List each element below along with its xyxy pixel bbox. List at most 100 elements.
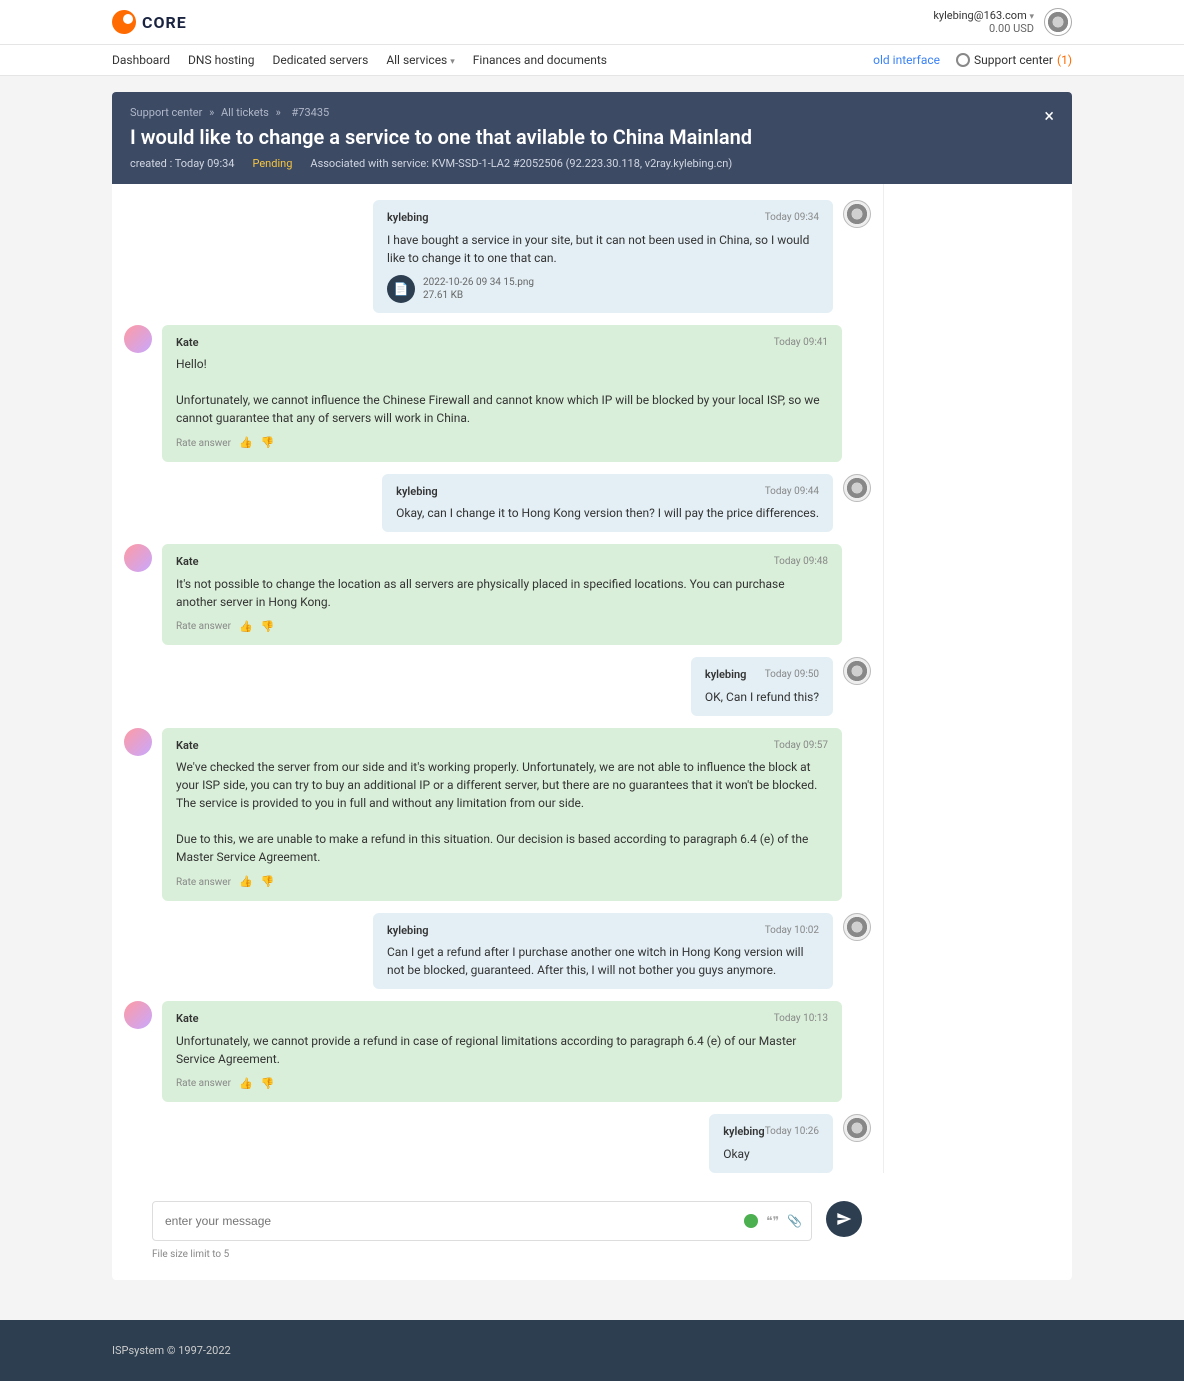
- message-bubble: KateToday 09:48It's not possible to chan…: [162, 544, 842, 645]
- quote-icon[interactable]: ❝❞: [766, 1214, 779, 1228]
- message-bubble: kylebing Today 09:34 I have bought a servi…: [373, 200, 833, 313]
- thumbs-up-icon[interactable]: 👍: [239, 619, 253, 636]
- thumbs-down-icon[interactable]: 👎: [261, 1076, 275, 1093]
- message-time: Today 10:26: [765, 1124, 819, 1141]
- message-row: KateToday 09:48It's not possible to chan…: [124, 544, 871, 645]
- avatar: [843, 200, 871, 228]
- ticket-created: created : Today 09:34: [130, 157, 234, 170]
- attachment-icon[interactable]: 📎: [787, 1214, 802, 1228]
- thumbs-down-icon[interactable]: 👎: [261, 874, 275, 891]
- message-time: Today 09:48: [774, 554, 828, 571]
- message-body: Hello! Unfortunately, we cannot influenc…: [176, 355, 828, 427]
- navbar: Dashboard DNS hosting Dedicated servers …: [0, 45, 1184, 76]
- avatar: [843, 657, 871, 685]
- message-author: kylebing: [387, 210, 429, 227]
- support-center-link[interactable]: Support center (1): [956, 53, 1072, 67]
- breadcrumb-tickets[interactable]: All tickets: [221, 106, 269, 119]
- message-author: Kate: [176, 738, 199, 755]
- user-email: kylebing@163.com: [933, 9, 1026, 22]
- message-bubble: KateToday 10:13Unfortunately, we cannot …: [162, 1001, 842, 1102]
- footer: ISPsystem © 1997-2022: [0, 1320, 1184, 1381]
- compose: ❝❞ 📎 File size limit to 5: [112, 1185, 1072, 1280]
- footer-copyright: ISPsystem © 1997-2022: [112, 1344, 1072, 1357]
- nav-dashboard[interactable]: Dashboard: [112, 53, 170, 67]
- message-time: Today 09:50: [765, 667, 819, 684]
- chevron-down-icon: ▾: [1029, 12, 1034, 22]
- avatar: [124, 1001, 152, 1029]
- message-input[interactable]: [152, 1201, 812, 1241]
- message-time: Today 09:41: [774, 335, 828, 352]
- message-body: Okay, can I change it to Hong Kong versi…: [396, 504, 819, 522]
- file-icon: 📄: [387, 275, 415, 303]
- message-body: It's not possible to change the location…: [176, 575, 828, 611]
- thumbs-up-icon[interactable]: 👍: [239, 874, 253, 891]
- nav-all-services[interactable]: All services ▾: [386, 53, 454, 67]
- old-interface-link[interactable]: old interface: [873, 53, 940, 67]
- message-body: I have bought a service in your site, bu…: [387, 231, 819, 267]
- message-body: Okay: [723, 1145, 819, 1163]
- message-time: Today 09:34: [765, 210, 819, 227]
- ticket-title: I would like to change a service to one …: [130, 125, 1054, 149]
- send-button[interactable]: [826, 1201, 862, 1237]
- message-body: OK, Can I refund this?: [705, 688, 819, 706]
- message-time: Today 10:13: [774, 1011, 828, 1028]
- thumbs-up-icon[interactable]: 👍: [239, 1076, 253, 1093]
- message-row: kylebingToday 09:44Okay, can I change it…: [124, 474, 871, 533]
- rate-row: Rate answer 👍 👎: [176, 1076, 828, 1093]
- support-count: (1): [1057, 53, 1072, 67]
- ticket-container: Support center » All tickets » #73435 I …: [112, 92, 1072, 1280]
- avatar: [843, 1114, 871, 1142]
- nav-dedicated-servers[interactable]: Dedicated servers: [272, 53, 368, 67]
- message-row: kylebing Today 09:50 OK, Can I refund this…: [124, 657, 871, 716]
- message-author: kylebing: [705, 667, 747, 684]
- thumbs-down-icon[interactable]: 👎: [261, 619, 275, 636]
- message-time: Today 10:02: [765, 923, 819, 940]
- message-row: kylebingToday 10:02Can I get a refund af…: [124, 913, 871, 990]
- message-bubble: Kate Today 09:41 Hello! Unfortunately, we …: [162, 325, 842, 462]
- nav-dns-hosting[interactable]: DNS hosting: [188, 53, 254, 67]
- close-icon[interactable]: ×: [1044, 106, 1054, 127]
- message-time: Today 09:57: [774, 738, 828, 755]
- breadcrumb-support[interactable]: Support center: [130, 106, 202, 119]
- rate-label: Rate answer: [176, 875, 231, 890]
- grammarly-icon[interactable]: [744, 1214, 758, 1228]
- message-bubble: kylebingToday 09:44Okay, can I change it…: [382, 474, 833, 533]
- rate-label: Rate answer: [176, 619, 231, 634]
- message-row: Kate Today 09:57 We've checked the server …: [124, 728, 871, 901]
- message-time: Today 09:44: [765, 484, 819, 501]
- message-row: kylebing Today 09:34 I have bought a servi…: [124, 200, 871, 313]
- message-row: kylebingToday 10:26 Okay: [124, 1114, 871, 1173]
- thumbs-up-icon[interactable]: 👍: [239, 435, 253, 452]
- thumbs-down-icon[interactable]: 👎: [261, 435, 275, 452]
- user-info[interactable]: kylebing@163.com ▾ 0.00 USD: [933, 9, 1034, 35]
- message-bubble: kylebingToday 10:02Can I get a refund af…: [373, 913, 833, 990]
- logo-text: CORE: [142, 13, 187, 32]
- nav-finances[interactable]: Finances and documents: [473, 53, 607, 67]
- message-body: Can I get a refund after I purchase anot…: [387, 943, 819, 979]
- rate-row: Rate answer 👍 👎: [176, 874, 828, 891]
- ticket-assoc: Associated with service: KVM-SSD-1-LA2 #…: [310, 157, 732, 170]
- rate-row: Rate answer 👍 👎: [176, 619, 828, 636]
- message-author: Kate: [176, 1011, 199, 1028]
- chevron-down-icon: ▾: [450, 57, 455, 67]
- avatar: [843, 474, 871, 502]
- messages: kylebing Today 09:34 I have bought a servi…: [112, 184, 884, 1173]
- logo-icon: [112, 10, 136, 34]
- file-hint: File size limit to 5: [152, 1249, 812, 1260]
- message-row: Kate Today 09:41 Hello! Unfortunately, we …: [124, 325, 871, 462]
- message-author: kylebing: [723, 1124, 765, 1141]
- attachment[interactable]: 📄2022-10-26 09 34 15.png27.61 KB: [387, 275, 819, 303]
- nav-left: Dashboard DNS hosting Dedicated servers …: [112, 53, 607, 67]
- message-bubble: kylebingToday 10:26 Okay: [709, 1114, 833, 1173]
- breadcrumb-id: #73435: [292, 106, 330, 119]
- rate-row: Rate answer 👍 👎: [176, 435, 828, 452]
- message-body: We've checked the server from our side a…: [176, 758, 828, 866]
- logo[interactable]: CORE: [112, 10, 187, 34]
- message-author: Kate: [176, 335, 199, 352]
- life-ring-icon: [956, 53, 970, 67]
- rate-label: Rate answer: [176, 1076, 231, 1091]
- support-label: Support center: [974, 53, 1053, 67]
- rate-label: Rate answer: [176, 436, 231, 451]
- avatar[interactable]: [1044, 8, 1072, 36]
- avatar: [124, 728, 152, 756]
